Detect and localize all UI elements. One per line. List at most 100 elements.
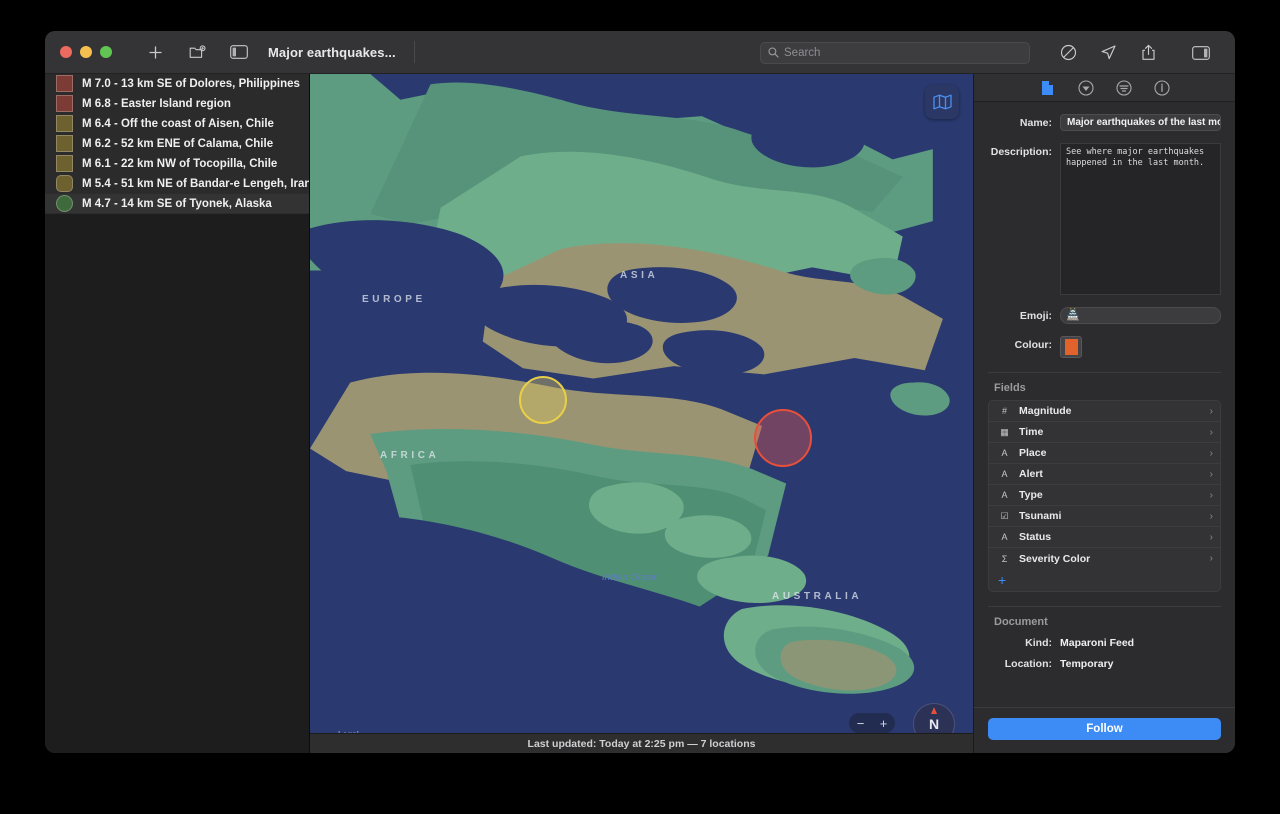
colour-swatch-button[interactable] [1060,336,1082,358]
field-label: Alert [1019,468,1043,480]
field-label: Time [1019,426,1044,438]
map-area[interactable]: EUROPEASIAAFRICAAUSTRALIA Indian Ocean L… [310,74,973,753]
field-row[interactable]: ☑ Tsunami › [989,506,1220,527]
minimize-button[interactable] [80,46,92,58]
map-style-icon [932,94,952,110]
field-row[interactable]: Σ Severity Color › [989,548,1220,569]
tab-info[interactable] [1153,79,1171,97]
list-item-label: M 6.1 - 22 km NW of Tocopilla, Chile [82,157,278,170]
field-row[interactable]: # Magnitude › [989,401,1220,422]
philippines-quake[interactable] [754,409,812,467]
tab-document[interactable] [1039,79,1057,97]
chevron-right-icon[interactable]: › [1210,406,1213,417]
list-item[interactable]: M 4.7 - 14 km SE of Tyonek, Alaska [45,194,309,214]
list-item-label: M 6.2 - 52 km ENE of Calama, Chile [82,137,274,150]
name-label: Name: [1019,117,1052,129]
world-map-graphic [310,74,973,753]
list-item[interactable]: M 7.0 - 13 km SE of Dolores, Philippines [45,74,309,94]
field-row[interactable]: A Type › [989,485,1220,506]
sidebar-toggle-icon[interactable] [228,42,250,62]
list-item-label: M 7.0 - 13 km SE of Dolores, Philippines [82,77,300,90]
list-item[interactable]: M 6.2 - 52 km ENE of Calama, Chile [45,134,309,154]
text-field-icon: A [1001,448,1008,458]
document-icon [1042,80,1053,95]
field-label: Status [1019,531,1052,543]
add-field-button[interactable]: + [989,569,1220,591]
list-item[interactable]: M 6.4 - Off the coast of Aisen, Chile [45,114,309,134]
tab-style[interactable] [1077,79,1095,97]
field-row[interactable]: A Status › [989,527,1220,548]
circle-lines-icon [1115,79,1132,96]
list-item-label: M 6.4 - Off the coast of Aisen, Chile [82,117,274,130]
new-folder-icon[interactable] [186,42,208,62]
field-label: Magnitude [1019,405,1072,417]
iran-quake[interactable] [519,376,567,424]
chevron-right-icon[interactable]: › [1210,427,1213,438]
app-window: Major earthquakes... Search M 7.0 - 13 k… [45,31,1235,753]
location-row: Location: Temporary [988,658,1221,670]
text-field-icon: A [1001,469,1008,479]
chevron-right-icon[interactable]: › [1210,553,1213,564]
circle-slash-icon[interactable] [1057,43,1079,63]
chevron-right-icon[interactable]: › [1210,448,1213,459]
search-icon [768,47,779,58]
description-textarea[interactable]: See where major earthquakes happened in … [1060,143,1221,295]
emoji-row: Emoji: 🏯 [988,307,1221,324]
navigation-arrow-icon[interactable] [1097,43,1119,63]
document-section-title: Document [994,616,1048,628]
plus-icon[interactable] [144,42,166,62]
severity-color-swatch [56,135,73,152]
chevron-right-icon[interactable]: › [1210,532,1213,543]
colour-label: Colour: [1014,339,1052,351]
chevron-right-icon[interactable]: › [1210,490,1213,501]
severity-color-swatch [56,75,73,92]
inspector-content: Name: Major earthquakes of the last mont… [974,102,1235,707]
close-button[interactable] [60,46,72,58]
toolbar-right: Search [760,31,1221,74]
chevron-right-icon[interactable]: › [1210,469,1213,480]
severity-color-swatch [56,155,73,172]
field-row[interactable]: A Alert › [989,464,1220,485]
list-item-label: M 5.4 - 51 km NE of Bandar-e Lengeh, Ira… [82,177,309,190]
inspector-toggle-icon[interactable] [1190,43,1212,63]
severity-color-swatch [56,175,73,192]
window-controls [60,46,112,58]
inspector-panel: Name: Major earthquakes of the last mont… [973,74,1235,753]
compass-north-label: N [928,716,940,732]
share-icon[interactable] [1137,43,1159,63]
search-placeholder: Search [784,46,821,59]
inspector-tabs [974,74,1235,102]
zoom-in-button[interactable]: + [880,716,888,731]
description-row: Description: See where major earthquakes… [988,143,1221,295]
field-row[interactable]: ▦ Time › [989,422,1220,443]
name-row: Name: Major earthquakes of the last mont… [988,114,1221,131]
chevron-right-icon[interactable]: › [1210,511,1213,522]
severity-color-swatch [56,95,73,112]
list-item[interactable]: M 6.8 - Easter Island region [45,94,309,114]
divider-2 [988,606,1221,607]
follow-button[interactable]: Follow [988,718,1221,740]
field-row[interactable]: A Place › [989,443,1220,464]
checkbox-icon: ☑ [1000,510,1009,521]
map-zoom-controls[interactable]: − + [849,713,895,733]
emoji-input[interactable]: 🏯 [1060,307,1221,324]
name-input[interactable]: Major earthquakes of the last month [1060,114,1221,131]
text-field-icon: A [1001,532,1008,542]
severity-color-swatch [56,195,73,212]
map-style-button[interactable] [925,85,959,119]
field-label: Severity Color [1019,552,1091,565]
map-status-bar: Last updated: Today at 2:25 pm — 7 locat… [310,733,973,753]
sigma-icon: Σ [1001,553,1008,564]
search-input[interactable]: Search [760,41,1030,64]
fields-list: # Magnitude › ▦ Time › A Place › A Alert › A Type › ☑ Ts… [988,400,1221,592]
location-value: Temporary [1060,658,1114,670]
calendar-icon: ▦ [1000,426,1009,437]
zoom-button[interactable] [100,46,112,58]
description-label: Description: [990,146,1052,158]
map-canvas[interactable]: EUROPEASIAAFRICAAUSTRALIA Indian Ocean L… [310,74,973,753]
zoom-out-button[interactable]: − [857,716,865,731]
list-item[interactable]: M 5.4 - 51 km NE of Bandar-e Lengeh, Ira… [45,174,309,194]
tab-layers[interactable] [1115,79,1133,97]
kind-value: Maparoni Feed [1060,637,1135,649]
list-item[interactable]: M 6.1 - 22 km NW of Tocopilla, Chile [45,154,309,174]
